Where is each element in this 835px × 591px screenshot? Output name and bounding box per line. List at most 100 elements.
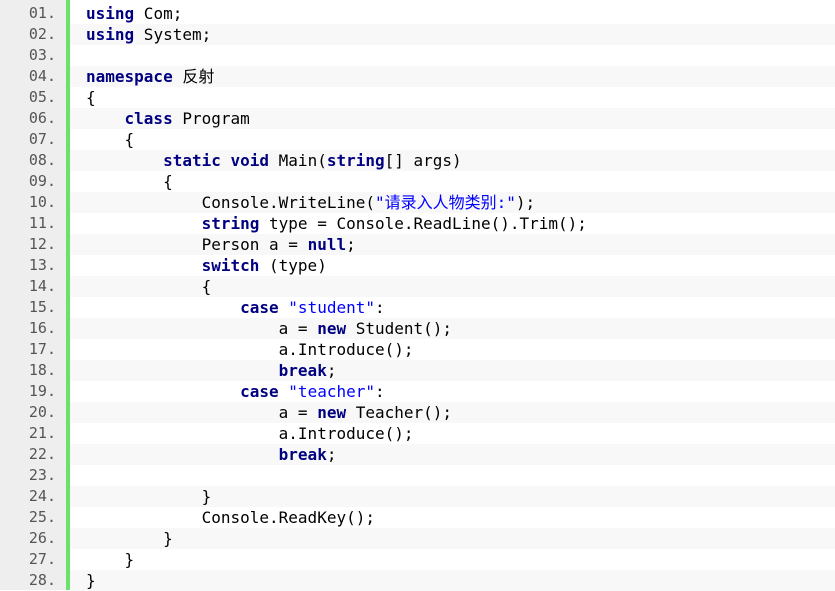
code-token: :	[375, 382, 385, 401]
line-number: 12.	[28, 235, 56, 253]
code-token: a.Introduce();	[86, 424, 414, 443]
code-token: (type)	[259, 256, 327, 275]
code-text: namespace 反射	[70, 66, 835, 87]
line-number: 08.	[28, 151, 56, 169]
code-line: 21. a.Introduce();	[0, 423, 835, 444]
code-line: 11. string type = Console.ReadLine().Tri…	[0, 213, 835, 234]
code-token: Student();	[346, 319, 453, 338]
code-token: Teacher();	[346, 403, 453, 422]
code-line: 27. }	[0, 549, 835, 570]
line-number: 14.	[28, 277, 56, 295]
code-token: type = Console.ReadLine().Trim();	[259, 214, 587, 233]
line-number: 26.	[28, 529, 56, 547]
line-number: 03.	[28, 46, 56, 64]
code-token: [] args)	[384, 151, 462, 170]
code-line: 16. a = new Student();	[0, 318, 835, 339]
code-text: a = new Student();	[70, 318, 835, 339]
code-text: a = new Teacher();	[70, 402, 835, 423]
code-token: ;	[326, 445, 337, 464]
code-text: a.Introduce();	[70, 339, 835, 360]
code-keyword: using	[86, 25, 135, 44]
line-number: 20.	[28, 403, 56, 421]
code-token: ;	[326, 361, 337, 380]
line-number: 24.	[28, 487, 56, 505]
line-number: 19.	[28, 382, 56, 400]
code-token: }	[86, 550, 135, 569]
code-text: }	[70, 570, 835, 591]
code-line: 09. {	[0, 171, 835, 192]
code-line: 03.	[0, 45, 835, 66]
code-line: 25. Console.ReadKey();	[0, 507, 835, 528]
line-number: 16.	[28, 319, 56, 337]
code-text: using Com;	[70, 3, 835, 24]
code-keyword: new	[317, 319, 347, 338]
code-line: 19. case "teacher":	[0, 381, 835, 402]
code-line: 26. }	[0, 528, 835, 549]
code-text: {	[70, 87, 835, 108]
code-keyword: null	[307, 235, 347, 254]
code-string: "请录入人物类别:"	[374, 193, 516, 212]
code-line: 15. case "student":	[0, 297, 835, 318]
code-token: {	[86, 130, 135, 149]
code-token: );	[515, 193, 536, 212]
code-keyword: string	[326, 151, 385, 170]
line-number: 17.	[28, 340, 56, 358]
code-token: a.Introduce();	[86, 340, 414, 359]
code-token: 反射	[182, 67, 215, 86]
code-view: 01. using Com; 02. using System; 03. 04. name…	[0, 0, 835, 591]
code-token: ;	[346, 235, 356, 254]
code-line: 02. using System;	[0, 24, 835, 45]
code-text: a.Introduce();	[70, 423, 835, 444]
code-keyword: using	[86, 4, 135, 23]
code-text: {	[70, 276, 835, 297]
code-line: 13. switch (type)	[0, 255, 835, 276]
line-number: 07.	[28, 130, 56, 148]
code-keyword: namespace	[86, 67, 173, 86]
code-string: "student"	[288, 298, 375, 317]
code-line: 28.}	[0, 570, 835, 591]
code-text: class Program	[70, 108, 835, 129]
code-keyword: switch	[201, 256, 260, 275]
code-keyword: case	[240, 298, 279, 317]
code-keyword: break	[278, 361, 327, 380]
code-keyword: break	[278, 445, 327, 464]
line-number: 23.	[28, 466, 56, 484]
code-line: 10. Console.WriteLine("请录入人物类别:");	[0, 192, 835, 213]
code-token: :	[375, 298, 385, 317]
line-number: 28.	[28, 571, 56, 589]
code-text: Person a = null;	[70, 234, 835, 255]
code-token: a =	[86, 319, 318, 338]
code-text: case "teacher":	[70, 381, 835, 402]
line-number: 27.	[28, 550, 56, 568]
line-number: 09.	[28, 172, 56, 190]
line-number: 05.	[28, 88, 56, 106]
code-token: Console.ReadKey();	[86, 508, 375, 527]
code-token: Program	[172, 109, 250, 128]
code-line: 14. {	[0, 276, 835, 297]
code-text: }	[70, 528, 835, 549]
code-keyword: string	[201, 214, 260, 233]
code-line: 22. break;	[0, 444, 835, 465]
line-number: 18.	[28, 361, 56, 379]
line-number: 25.	[28, 508, 56, 526]
code-line: 24. }	[0, 486, 835, 507]
code-text: using System;	[70, 24, 835, 45]
line-number: 02.	[28, 25, 56, 43]
code-text: {	[70, 129, 835, 150]
code-text: break;	[70, 444, 835, 465]
line-number: 13.	[28, 256, 56, 274]
code-token: {	[86, 88, 96, 107]
code-token: a =	[86, 403, 318, 422]
code-line: 05. {	[0, 87, 835, 108]
code-keyword: case	[240, 382, 279, 401]
code-line: 18. break;	[0, 360, 835, 381]
